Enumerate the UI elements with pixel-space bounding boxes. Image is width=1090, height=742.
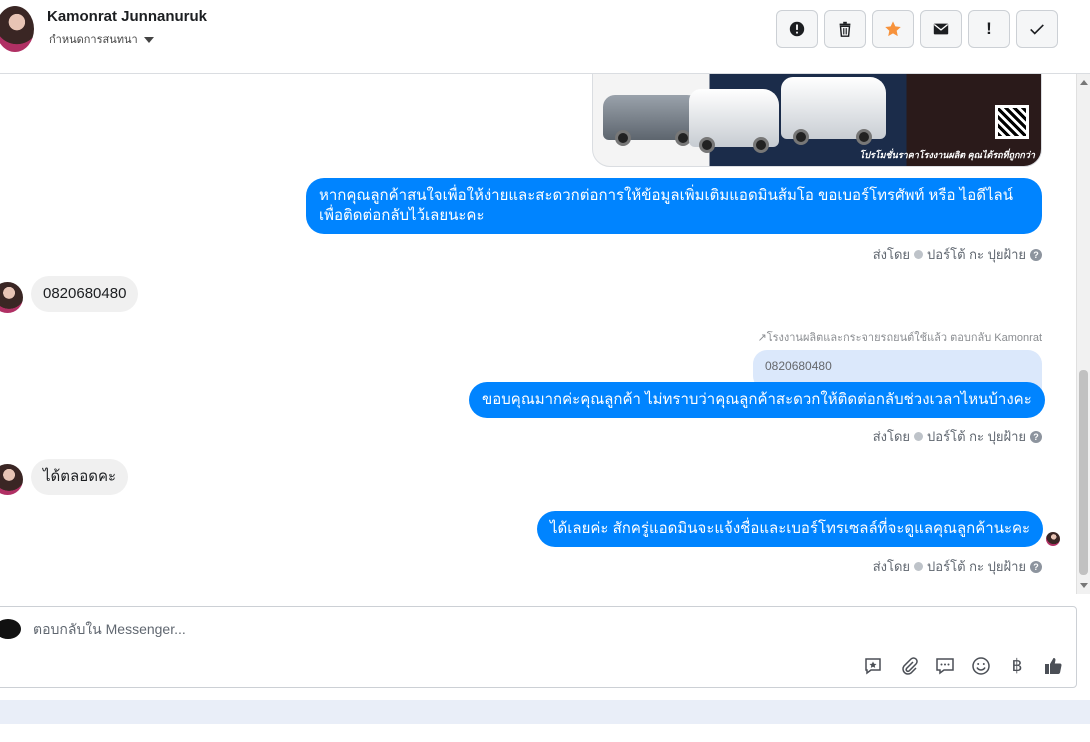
sent-by-info: ส่งโดย ปอร์โต้ กะ ปุยฝ้าย ? xyxy=(873,426,1042,447)
outgoing-message[interactable]: ขอบคุณมากค่ะคุณลูกค้า ไม่ทราบว่าคุณลูกค้… xyxy=(469,382,1045,418)
follow-up-button[interactable]: ! xyxy=(968,10,1010,48)
wheel xyxy=(856,129,872,145)
contact-avatar[interactable] xyxy=(0,6,34,52)
envelope-icon xyxy=(933,23,949,35)
qr-code-image xyxy=(995,105,1029,139)
sent-by-name[interactable]: ปอร์โต้ กะ ปุยฝ้าย xyxy=(927,556,1026,577)
help-icon[interactable]: ? xyxy=(1030,248,1042,261)
scroll-thumb[interactable] xyxy=(1079,370,1088,575)
ad-caption: โปรโมชั่นราคาโรงงานผลิต คุณได้รถที่ถูกกว… xyxy=(859,150,1035,160)
star-icon xyxy=(885,21,901,37)
sent-by-name[interactable]: ปอร์โต้ กะ ปุยฝ้าย xyxy=(927,426,1026,447)
sent-by-prefix: ส่งโดย xyxy=(872,559,911,574)
wheel xyxy=(793,129,809,145)
outgoing-message[interactable]: ได้เลยค่ะ สักครู่แอดมินจะแจ้งชื่อและเบอร… xyxy=(537,511,1044,547)
chat-bubble-icon[interactable] xyxy=(934,655,956,677)
help-icon[interactable]: ? xyxy=(1030,560,1042,573)
conversation-header: Kamonrat Junnanuruk กำหนดการสนทนา ! xyxy=(0,0,1090,74)
saved-reply-icon[interactable] xyxy=(862,655,884,677)
verified-icon xyxy=(914,250,924,259)
sent-by-prefix: ส่งโดย xyxy=(872,429,911,444)
outgoing-message[interactable]: หากคุณลูกค้าสนใจเพื่อให้ง่ายและสะดวกต่อก… xyxy=(306,178,1042,234)
incoming-message[interactable]: ได้ตลอดคะ xyxy=(31,459,129,495)
contact-name[interactable]: Kamonrat Junnanuruk xyxy=(47,8,207,25)
reply-composer: ฿ xyxy=(0,606,1077,688)
message-thread[interactable]: โปรโมชั่นราคาโรงงานผลิต คุณได้รถที่ถูกกว… xyxy=(0,74,1076,600)
car-image xyxy=(781,77,886,145)
delete-button[interactable] xyxy=(824,10,866,48)
header-toolbar: ! xyxy=(776,10,1058,48)
reply-arrow-icon: ↗ xyxy=(757,332,767,344)
composer-toolbar: ฿ xyxy=(862,655,1064,677)
car-image xyxy=(689,89,779,153)
wheel xyxy=(615,130,631,146)
reply-input[interactable] xyxy=(33,621,733,637)
baht-icon[interactable]: ฿ xyxy=(1006,655,1028,677)
thumbs-up-icon[interactable] xyxy=(1042,655,1064,677)
verified-icon xyxy=(914,432,924,441)
exclamation-icon: ! xyxy=(986,19,992,38)
reply-note-text: โรงงานผลิตและกระจายรถยนต์ใช้แล้ว ตอบกลับ… xyxy=(766,332,1042,344)
mark-spam-button[interactable] xyxy=(776,10,818,48)
verified-icon xyxy=(914,562,924,571)
attachment-icon[interactable] xyxy=(898,655,920,677)
incoming-message[interactable]: 0820680480 xyxy=(31,276,139,312)
conversation-status-dropdown[interactable]: กำหนดการสนทนา xyxy=(49,30,154,48)
page-avatar xyxy=(0,619,21,639)
scroll-down-arrow[interactable] xyxy=(1080,583,1088,588)
sent-by-info: ส่งโดย ปอร์โต้ กะ ปุยฝ้าย ? xyxy=(873,244,1042,265)
wheel xyxy=(753,137,769,153)
help-icon[interactable]: ? xyxy=(1030,430,1042,443)
star-button[interactable] xyxy=(872,10,914,48)
scroll-up-arrow[interactable] xyxy=(1080,80,1088,85)
mark-unread-button[interactable] xyxy=(920,10,962,48)
caret-down-icon xyxy=(143,36,154,43)
footer-band xyxy=(0,700,1090,724)
ad-image-attachment[interactable]: โปรโมชั่นราคาโรงงานผลิต คุณได้รถที่ถูกกว… xyxy=(592,74,1042,167)
car-image xyxy=(603,95,703,146)
reply-note: ↗โรงงานผลิตและกระจายรถยนต์ใช้แล้ว ตอบกลั… xyxy=(757,328,1042,346)
sent-by-name[interactable]: ปอร์โต้ กะ ปุยฝ้าย xyxy=(927,244,1026,265)
messenger-conversation-window: Kamonrat Junnanuruk กำหนดการสนทนา ! โปรโ… xyxy=(0,0,1090,742)
sent-by-info: ส่งโดย ปอร์โต้ กะ ปุยฝ้าย ? xyxy=(873,556,1042,577)
wheel xyxy=(699,137,715,153)
sent-by-prefix: ส่งโดย xyxy=(872,247,911,262)
conversation-status-label: กำหนดการสนทนา xyxy=(49,34,138,46)
mark-done-button[interactable] xyxy=(1016,10,1058,48)
emoji-icon[interactable] xyxy=(970,655,992,677)
contact-avatar-small[interactable] xyxy=(0,282,23,313)
contact-avatar-small[interactable] xyxy=(0,464,23,495)
checkmark-icon xyxy=(1030,24,1044,35)
seen-indicator-avatar xyxy=(1046,532,1060,546)
trash-icon xyxy=(839,21,851,37)
alert-circle-icon xyxy=(789,21,805,37)
thread-scrollbar[interactable] xyxy=(1076,74,1090,594)
